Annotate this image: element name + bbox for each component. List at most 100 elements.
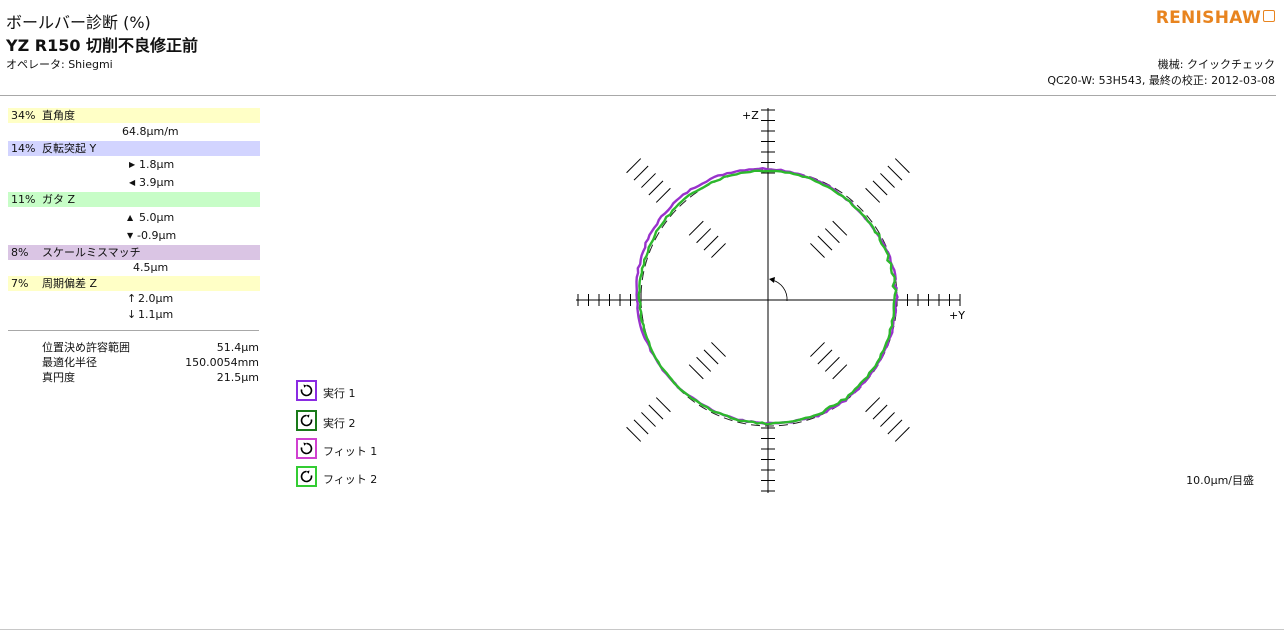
- diagonal-tick: [626, 158, 642, 174]
- diagonal-tick: [633, 165, 649, 181]
- diagonal-tick: [817, 349, 833, 365]
- legend-swatch: [296, 380, 317, 401]
- diagonal-tick: [641, 173, 656, 188]
- stats-divider: [8, 330, 259, 331]
- legend-label: 実行 2: [323, 417, 356, 430]
- legend-swatch: [296, 410, 317, 431]
- diagonal-tick: [688, 364, 704, 380]
- stat-label: 真円度: [42, 371, 75, 384]
- arrow-left-icon: ◀: [129, 178, 136, 187]
- rotate-cw-icon: [300, 442, 313, 455]
- legend-run-1[interactable]: 実行 1: [296, 380, 416, 406]
- ballbar-polar-plot: +Y +Z: [576, 108, 965, 493]
- diag-value: 2.0µm: [138, 292, 174, 305]
- legend-label: 実行 1: [323, 387, 356, 400]
- stats-panel: 位置決め許容範囲 51.4µm 最適化半径 150.0054mm 真円度 21.…: [8, 340, 259, 385]
- diagonal-tick: [711, 243, 726, 258]
- diagonal-tick: [872, 180, 888, 196]
- diag-cyclic-error-z-band: 7% 周期偏差 Z: [8, 276, 260, 291]
- diag-value-row: ▲ 5.0µm: [8, 209, 260, 227]
- legend-swatch: [296, 466, 317, 487]
- diag-value: 5.0µm: [139, 211, 175, 224]
- stat-label: 最適化半径: [42, 356, 97, 369]
- diagonal-tick: [648, 404, 664, 420]
- arrow-up-thin-icon: ↑: [127, 292, 137, 305]
- diag-percent: 8%: [11, 246, 29, 259]
- rotate-ccw-icon: [300, 470, 313, 483]
- footer-divider: [0, 629, 1284, 630]
- logo-mark-icon: [1263, 10, 1275, 22]
- diag-backlash-y-band: 14% 反転突起 Y: [8, 141, 260, 156]
- diag-value: 3.9µm: [139, 176, 175, 189]
- page-title: ボールバー診断 (%): [6, 13, 151, 32]
- diagonal-tick: [696, 356, 712, 372]
- diag-percent: 14%: [11, 142, 36, 155]
- run-2-trace: [637, 169, 898, 426]
- scale-label: 10.0µm/目盛: [1186, 474, 1254, 487]
- diag-percent: 11%: [11, 193, 36, 206]
- diagonal-tick: [880, 412, 895, 427]
- diagonal-tick: [832, 220, 848, 236]
- diagonal-tick: [894, 158, 910, 174]
- diagonal-tick: [887, 165, 903, 181]
- stat-value: 51.4µm: [216, 341, 259, 354]
- diagonal-tick: [865, 397, 881, 413]
- legend-label: フィット 2: [323, 473, 378, 486]
- diagonal-tick: [696, 228, 712, 244]
- diagonal-tick: [711, 342, 726, 357]
- stat-value: 150.0054mm: [185, 356, 259, 369]
- machine-label: 機械: クイックチェック: [1157, 58, 1275, 71]
- diag-squareness-band: 34% 直角度: [8, 108, 260, 123]
- arrow-up-icon: ▲: [127, 213, 134, 222]
- diagonal-tick: [865, 187, 881, 203]
- diag-value: 4.5µm: [133, 261, 169, 274]
- diag-value: 1.1µm: [138, 308, 174, 321]
- diag-value: 1.8µm: [139, 158, 175, 171]
- legend-fit-1[interactable]: フィット 1: [296, 438, 416, 464]
- diag-value-row: ↓ 1.1µm: [8, 307, 260, 323]
- diagonal-tick: [703, 235, 719, 251]
- diagonal-tick: [703, 349, 719, 365]
- diagonal-tick: [824, 356, 840, 372]
- legend-label: フィット 1: [323, 445, 378, 458]
- diagonal-tick: [872, 404, 888, 420]
- stat-label: 位置決め許容範囲: [42, 341, 130, 354]
- angle-arrow-icon: [769, 277, 775, 283]
- diag-label: 反転突起 Y: [42, 142, 97, 155]
- renishaw-logo: RENISHAW: [1156, 8, 1275, 28]
- diagonal-tick: [655, 187, 671, 203]
- diagonal-tick: [648, 180, 664, 196]
- arrow-down-icon: ▼: [127, 231, 134, 240]
- diag-scale-mismatch-band: 8% スケールミスマッチ: [8, 245, 260, 260]
- diag-play-z-band: 11% ガタ Z: [8, 192, 260, 207]
- diag-value-row: ◀ 3.9µm: [8, 174, 260, 192]
- diagonal-tick: [810, 342, 825, 357]
- diag-value-row: ↑ 2.0µm: [8, 291, 260, 307]
- diagonal-tick: [641, 412, 656, 427]
- diag-label: 直角度: [42, 109, 75, 122]
- arrow-right-icon: ▶: [129, 160, 136, 169]
- diagonal-tick: [810, 243, 825, 258]
- diagnostics-panel: 34% 直角度 64.8µm/m 14% 反転突起 Y ▶ 1.8µm ◀ 3.…: [8, 108, 260, 323]
- diagonal-tick: [655, 397, 671, 413]
- calibration-label: QC20-W: 53H543, 最終の校正: 2012-03-08: [1047, 74, 1275, 87]
- diag-label: ガタ Z: [42, 193, 76, 206]
- test-subtitle: YZ R150 切削不良修正前: [6, 36, 199, 55]
- legend-run-2[interactable]: 実行 2: [296, 410, 416, 436]
- stat-row: 真円度 21.5µm: [8, 370, 259, 385]
- axis-y-label: +Y: [949, 309, 965, 322]
- logo-text: RENISHAW: [1155, 8, 1261, 28]
- diagonal-tick: [880, 173, 895, 188]
- stat-row: 位置決め許容範囲 51.4µm: [8, 340, 259, 355]
- diag-value-row: ▼ -0.9µm: [8, 227, 260, 245]
- legend-swatch: [296, 438, 317, 459]
- stat-value: 21.5µm: [216, 371, 259, 384]
- diagonal-tick: [824, 228, 840, 244]
- diag-label: スケールミスマッチ: [42, 246, 141, 259]
- diagonal-tick: [688, 220, 704, 236]
- diagonal-tick: [626, 426, 642, 442]
- legend-fit-2[interactable]: フィット 2: [296, 466, 416, 492]
- diag-value-row: ▶ 1.8µm: [8, 156, 260, 174]
- axis-z-label: +Z: [742, 109, 759, 122]
- diag-value: -0.9µm: [137, 229, 177, 242]
